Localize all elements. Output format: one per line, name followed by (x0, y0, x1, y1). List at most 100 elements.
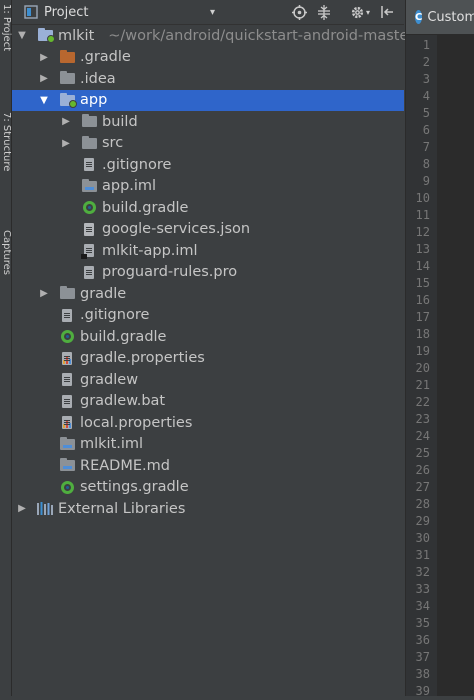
gear-icon[interactable] (350, 0, 365, 24)
text-file-icon (59, 305, 75, 326)
line-number: 34 (415, 599, 430, 613)
tree-row[interactable]: ▼ app (12, 89, 404, 111)
tree-row-label: README.md (80, 458, 170, 474)
line-number: 3 (422, 72, 430, 86)
line-number: 28 (415, 497, 430, 511)
expanded-arrow-icon[interactable]: ▼ (17, 25, 27, 46)
locate-file-icon[interactable] (292, 0, 307, 24)
tree-row[interactable]: README.md (12, 455, 404, 476)
collapsed-arrow-icon[interactable]: ▶ (39, 68, 49, 89)
tree-row[interactable]: ▶ .gradle (12, 47, 404, 68)
tree-row[interactable]: ▶ src (12, 133, 404, 154)
tree-row[interactable]: proguard-rules.pro (12, 262, 404, 283)
collapse-all-icon[interactable] (317, 0, 331, 24)
line-number: 14 (415, 259, 430, 273)
collapsed-arrow-icon[interactable]: ▶ (61, 111, 71, 132)
tree-item-name: build.gradle (80, 328, 167, 345)
code-area[interactable] (437, 35, 474, 696)
chevron-down-icon[interactable]: ▾ (210, 0, 215, 24)
line-number: 39 (415, 684, 430, 698)
line-number: 1 (422, 38, 430, 52)
line-number: 12 (415, 225, 430, 239)
tree-row-label: External Libraries (58, 501, 185, 517)
tree-row[interactable]: ▼ mlkit ~/work/android/quickstart-android-… (12, 25, 455, 46)
class-icon: C (415, 10, 423, 24)
side-tab-project-label: 1: Project (1, 4, 12, 52)
module-path-hint: ~/work/android/quickstart-android-master… (108, 27, 456, 44)
project-view-icon[interactable] (24, 0, 38, 24)
tree-row[interactable]: gradlew (12, 369, 404, 390)
tree-row-label: google-services.json (102, 221, 250, 237)
expanded-arrow-icon[interactable]: ▼ (39, 90, 49, 111)
tree-row[interactable]: google-services.json (12, 219, 404, 240)
tree-item-name: .gitignore (102, 156, 172, 173)
line-number: 13 (415, 242, 430, 256)
editor-tab[interactable]: C CustomImageAnalyzer (406, 0, 474, 35)
tree-row[interactable]: ▶ gradle (12, 283, 404, 304)
line-number: 37 (415, 650, 430, 664)
line-number: 2 (422, 55, 430, 69)
tree-row-label: .gitignore (80, 307, 149, 323)
line-number: 9 (422, 174, 430, 188)
tree-row[interactable]: settings.gradle (12, 477, 404, 498)
tree-row[interactable]: ▶ External Libraries (12, 498, 404, 519)
line-number: 36 (415, 633, 430, 647)
line-number: 33 (415, 582, 430, 596)
tree-row-label: settings.gradle (80, 479, 189, 495)
gradle-icon (59, 326, 75, 347)
tree-row-label: local.properties (80, 415, 192, 431)
tree-row-label: build.gradle (102, 200, 188, 216)
side-tab-captures[interactable]: Captures (0, 230, 12, 296)
tree-item-name: proguard-rules.pro (102, 264, 238, 280)
text-file-icon (59, 369, 75, 390)
properties-file-icon (59, 412, 75, 433)
panel-header: Project ▾ ▾ (12, 0, 404, 25)
tree-item-name: .gitignore (80, 307, 150, 323)
tree-item-name: settings.gradle (80, 479, 189, 495)
tree-row[interactable]: .gitignore (12, 305, 404, 326)
tree-item-name: build.gradle (102, 199, 189, 216)
tree-row[interactable]: mlkit-app.iml (12, 240, 404, 261)
tree-row[interactable]: mlkit.iml (12, 434, 404, 455)
tree-row[interactable]: gradlew.bat (12, 391, 404, 412)
tree-item-name: README.md (80, 457, 170, 474)
tree-row[interactable]: .gitignore (12, 154, 404, 175)
hide-panel-icon[interactable] (380, 0, 394, 24)
tree-item-name: External Libraries (58, 500, 186, 517)
line-number: 26 (415, 463, 430, 477)
folder-icon (59, 68, 75, 89)
line-number: 6 (422, 123, 430, 137)
tree-item-name: gradlew.bat (80, 393, 166, 409)
collapsed-arrow-icon[interactable]: ▶ (61, 133, 71, 154)
line-number: 10 (415, 191, 430, 205)
tree-row[interactable]: build.gradle (12, 197, 404, 218)
tree-row[interactable]: ▶ .idea (12, 68, 404, 89)
tree-row-label: mlkit.iml (80, 436, 143, 452)
line-number: 4 (422, 89, 430, 103)
side-tab-project[interactable]: 1: Project (0, 4, 12, 90)
iml-file-modified-icon (81, 240, 97, 261)
line-number: 27 (415, 480, 430, 494)
tree-row-label: .idea (80, 71, 116, 87)
collapsed-arrow-icon[interactable]: ▶ (17, 498, 27, 519)
side-tab-structure-label: 7: Structure (1, 112, 12, 172)
tree-row[interactable]: gradle.properties (12, 348, 404, 369)
gradle-icon (59, 477, 75, 498)
tree-row[interactable]: build.gradle (12, 326, 404, 347)
tree-row-label: build (102, 114, 138, 130)
tree-row[interactable]: app.iml (12, 176, 404, 197)
tree-row[interactable]: local.properties (12, 412, 404, 433)
panel-title[interactable]: Project (44, 0, 88, 24)
folder-orange-icon (59, 47, 75, 68)
tree-row-label: mlkit-app.iml (102, 243, 198, 259)
tree-row[interactable]: ▶ build (12, 111, 404, 132)
folder-module-icon (59, 90, 77, 111)
tree-row-label: proguard-rules.pro (102, 264, 237, 280)
tree-row-label: gradlew.bat (80, 393, 165, 409)
gear-menu-caret-icon[interactable]: ▾ (366, 0, 370, 24)
side-tab-structure[interactable]: 7: Structure (0, 112, 12, 224)
line-number: 7 (422, 140, 430, 154)
collapsed-arrow-icon[interactable]: ▶ (39, 283, 49, 304)
collapsed-arrow-icon[interactable]: ▶ (39, 47, 49, 68)
tree-item-name: mlkit.iml (80, 436, 144, 452)
